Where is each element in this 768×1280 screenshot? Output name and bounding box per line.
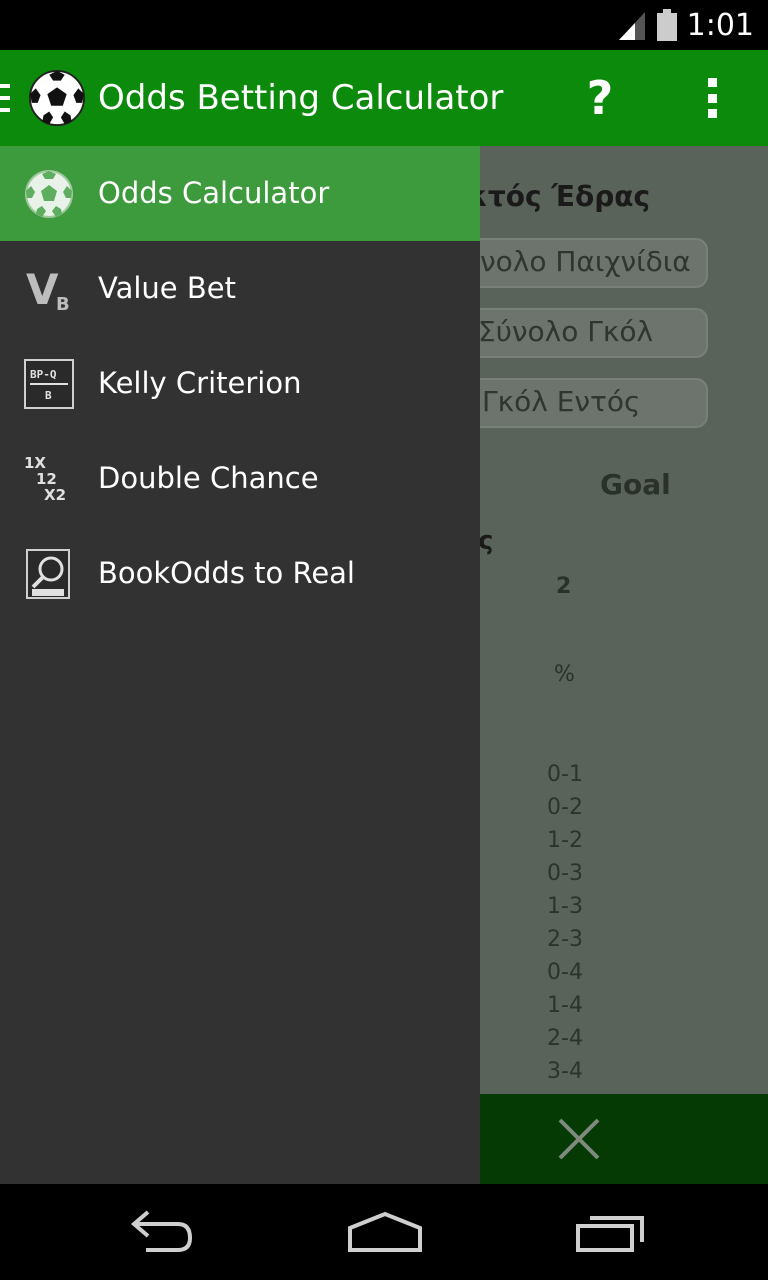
close-icon[interactable] — [556, 1116, 602, 1162]
drawer-item-double-chance[interactable]: 1X 12 X2 Double Chance — [0, 431, 480, 526]
score-list: 0-1 0-2 1-2 0-3 1-3 2-3 0-4 1-4 2-4 3-4 — [540, 758, 590, 1088]
signal-icon — [618, 12, 645, 40]
status-icons: 1:01 — [617, 0, 754, 50]
svg-text:BP-Q: BP-Q — [30, 368, 57, 381]
drawer-item-label: BookOdds to Real — [98, 556, 355, 590]
back-icon[interactable] — [116, 1202, 206, 1262]
home-icon[interactable] — [340, 1202, 430, 1262]
partial-label: ς — [478, 526, 494, 556]
value-bet-icon: V B — [26, 265, 70, 314]
recent-apps-icon[interactable] — [566, 1202, 656, 1262]
drawer-toggle-icon[interactable] — [0, 84, 10, 114]
drawer-item-kelly-criterion[interactable]: BP-Q B Kelly Criterion — [0, 336, 480, 431]
drawer-item-value-bet[interactable]: V B Value Bet — [0, 241, 480, 336]
system-nav-bar — [0, 1184, 768, 1280]
kelly-formula-icon: BP-Q B — [24, 359, 74, 409]
goal-label: Goal — [600, 468, 671, 501]
soccer-ball-icon[interactable] — [28, 69, 86, 127]
app-screen: 1:01 Odds Betting Calculator ? κτός Έδρα… — [0, 0, 768, 1280]
score-item: 2-4 — [547, 1026, 583, 1051]
help-button[interactable]: ? — [572, 68, 628, 128]
soccer-ball-icon — [25, 170, 73, 218]
percent-label: % — [554, 662, 575, 687]
score-item: 1-3 — [547, 894, 583, 919]
status-bar: 1:01 — [0, 0, 768, 50]
score-item: 1-2 — [547, 828, 583, 853]
double-chance-icon: 1X 12 X2 — [24, 454, 66, 504]
drawer-item-label: Kelly Criterion — [98, 366, 302, 400]
score-item: 0-1 — [547, 762, 583, 787]
svg-text:V: V — [26, 265, 59, 314]
navigation-drawer: Odds Calculator V B Value Bet BP-Q B Kel… — [0, 146, 480, 1184]
score-item: 2-3 — [547, 927, 583, 952]
svg-text:X2: X2 — [44, 486, 66, 504]
magnifier-odds-icon — [26, 549, 70, 599]
app-title: Odds Betting Calculator — [98, 78, 504, 118]
svg-text:B: B — [45, 389, 52, 402]
clock: 1:01 — [686, 7, 754, 43]
score-item: 3-4 — [547, 1059, 583, 1084]
action-bar: Odds Betting Calculator ? — [0, 50, 768, 146]
score-item: 0-3 — [547, 861, 583, 886]
total-goals-field[interactable]: Σύνολο Γκόλ — [440, 308, 708, 358]
column-header-two: 2 — [556, 574, 572, 599]
drawer-item-label: Value Bet — [98, 271, 236, 305]
drawer-item-label: Double Chance — [98, 461, 319, 495]
goals-home-field[interactable]: Γκόλ Εντός — [440, 378, 708, 428]
score-item: 1-4 — [547, 993, 583, 1018]
score-item: 0-2 — [547, 795, 583, 820]
drawer-item-label: Odds Calculator — [98, 176, 330, 210]
svg-text:B: B — [56, 294, 70, 314]
battery-icon — [656, 9, 677, 41]
away-team-header: κτός Έδρας — [468, 180, 651, 213]
total-games-field[interactable]: νολο Παιχνίδια — [440, 238, 708, 288]
drawer-item-bookodds-to-real[interactable]: BookOdds to Real — [0, 526, 480, 621]
overflow-menu-icon[interactable] — [694, 74, 730, 122]
drawer-item-odds-calculator[interactable]: Odds Calculator — [0, 146, 480, 241]
score-item: 0-4 — [547, 960, 583, 985]
